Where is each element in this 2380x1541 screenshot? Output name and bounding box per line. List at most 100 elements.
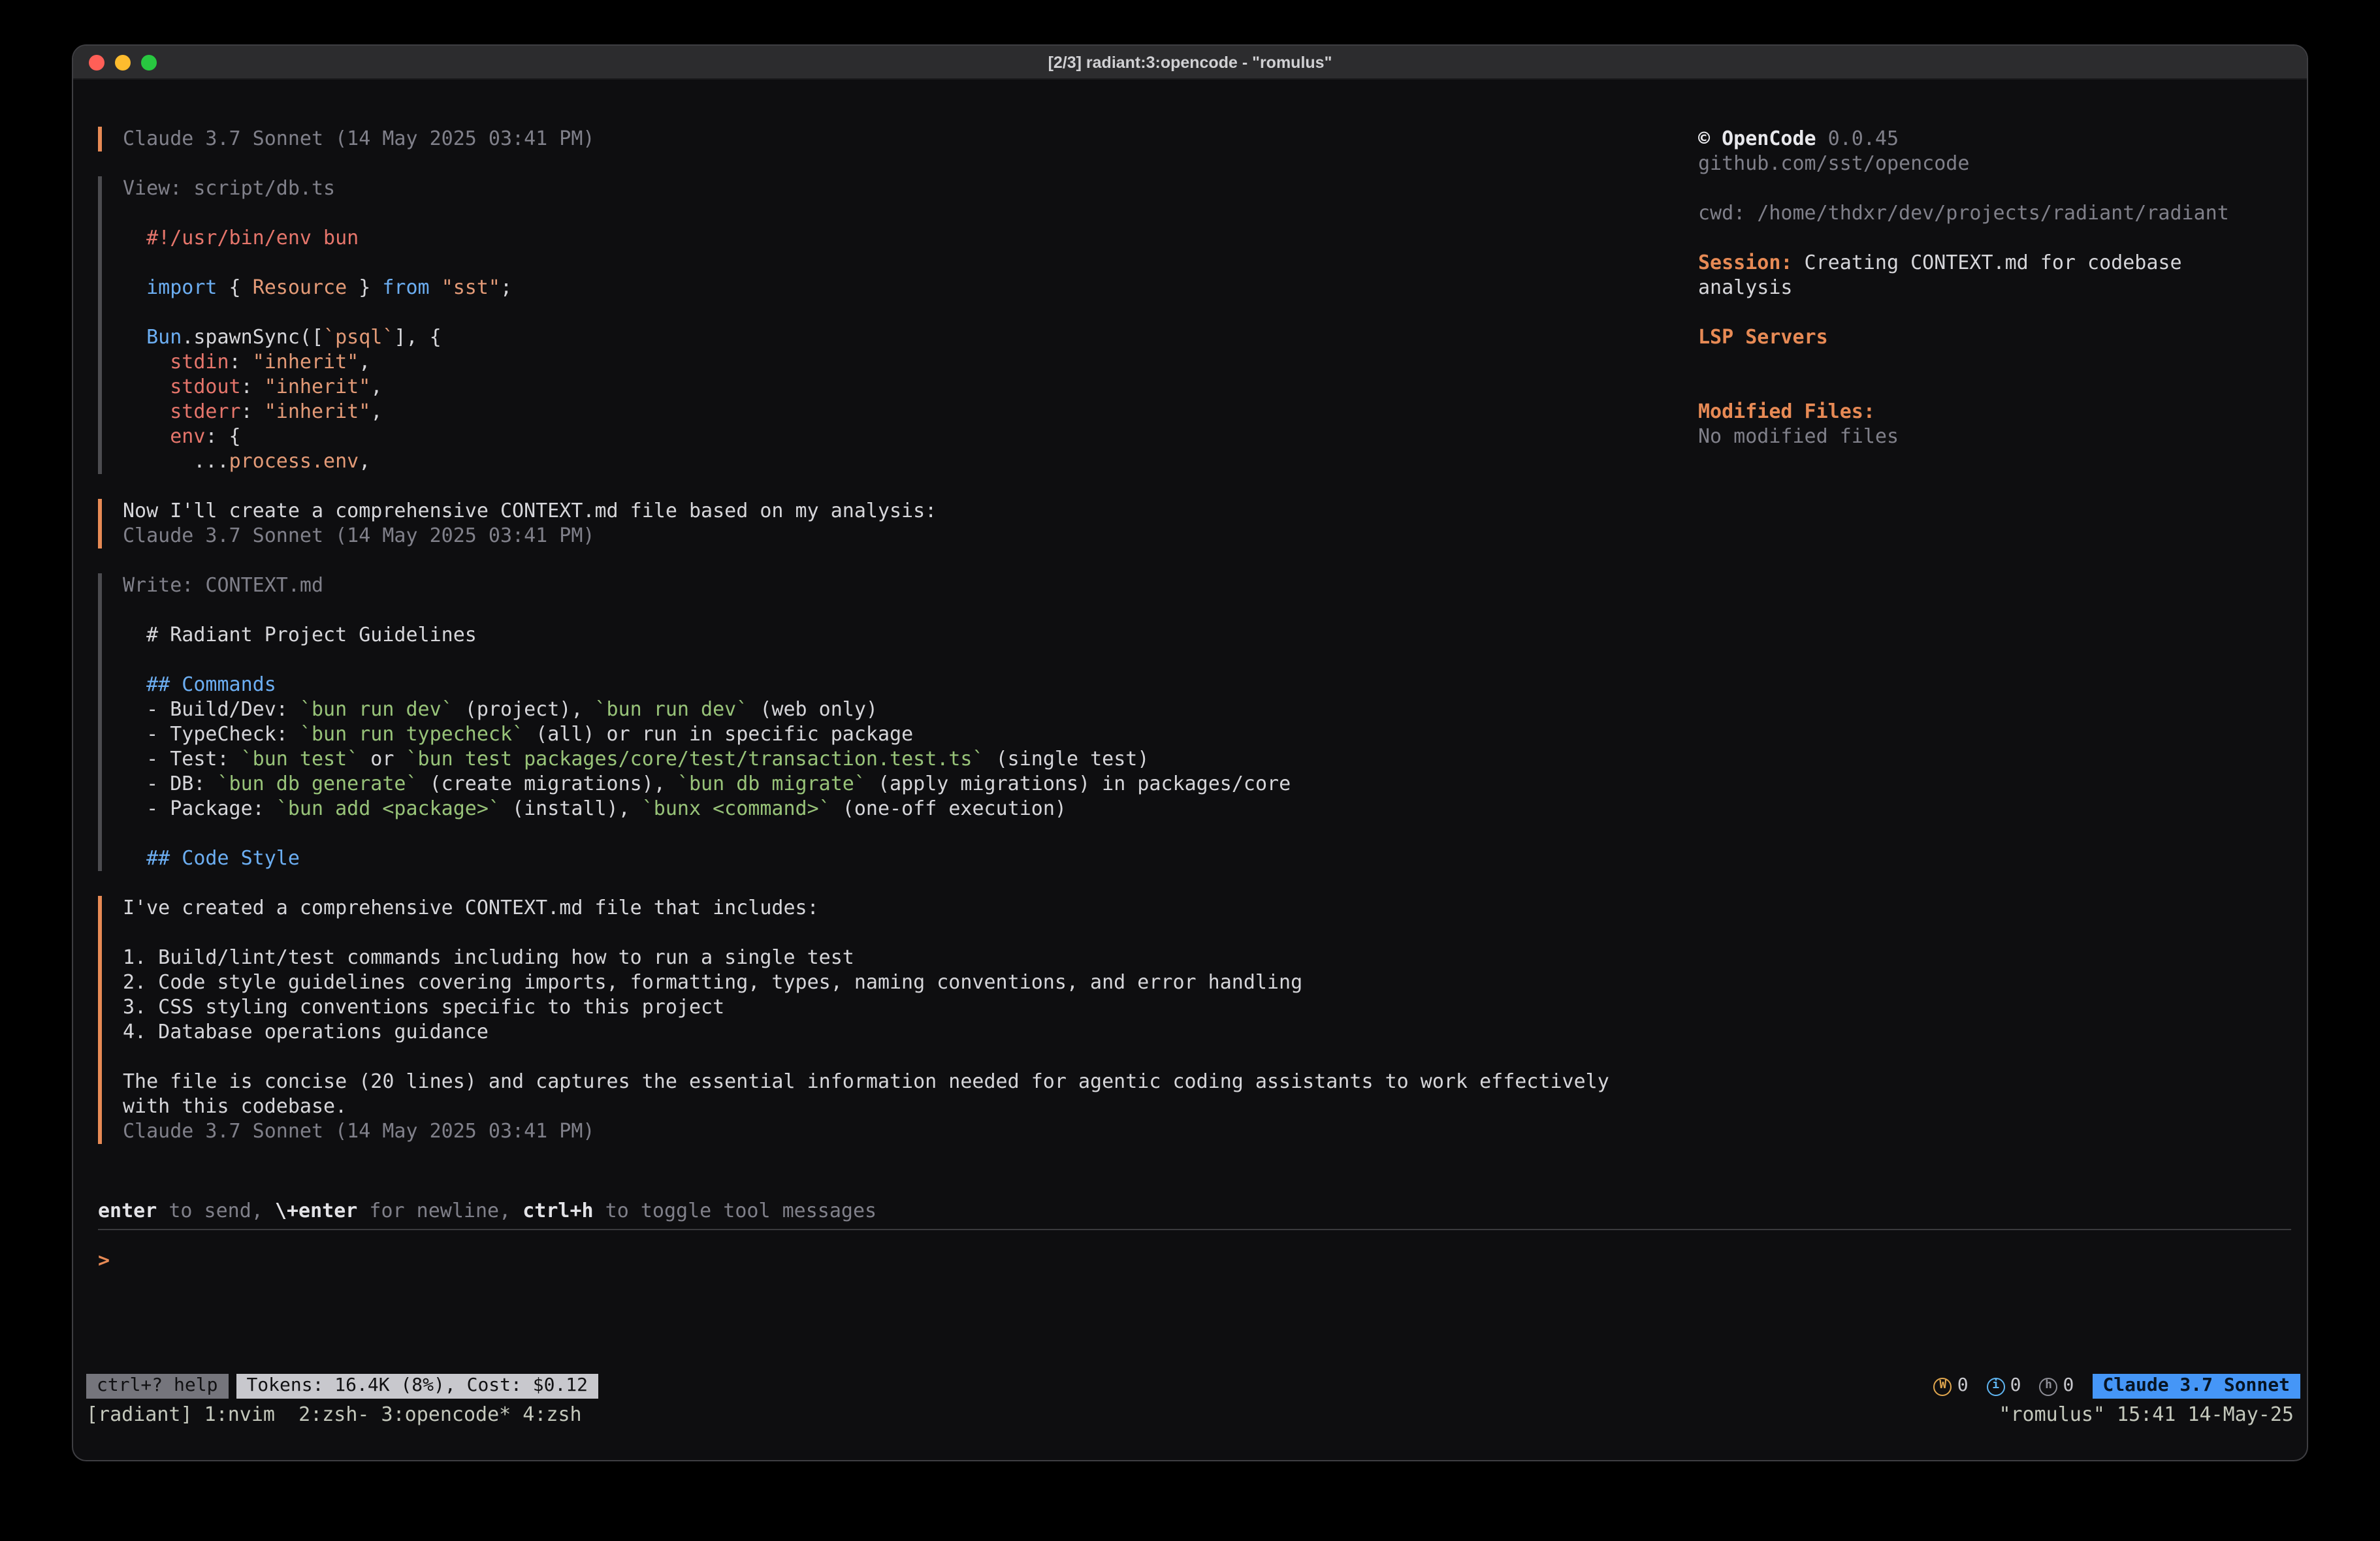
assistant-message-header: Claude 3.7 Sonnet (14 May 2025 03:41 PM) <box>98 127 1613 151</box>
zoom-button[interactable] <box>141 54 157 70</box>
terminal-window: [2/3] radiant:3:opencode - "romulus" Cla… <box>73 46 2307 1460</box>
text-line: stderr: "inherit", <box>123 400 1613 424</box>
text-line: - Package: `bun add <package>` (install)… <box>123 797 1613 821</box>
text-segment: import <box>146 276 217 299</box>
text-segment: ], { <box>394 325 441 349</box>
text-segment: Claude 3.7 Sonnet (14 May 2025 03:41 PM) <box>123 1119 594 1143</box>
sidebar-lines: © OpenCode 0.0.45github.com/sst/opencode… <box>1698 127 2273 449</box>
text-line <box>1698 226 2273 251</box>
text-segment: Creating CONTEXT.md for codebase <box>1793 251 2182 274</box>
text-line: - Test: `bun test` or `bun test packages… <box>123 747 1613 772</box>
text-segment: to send, <box>157 1199 275 1222</box>
text-line: github.com/sst/opencode <box>1698 151 2273 176</box>
text-line: ## Commands <box>123 673 1613 697</box>
text-segment: `bun db migrate` <box>677 772 866 795</box>
text-segment: Now I'll create a comprehensive CONTEXT.… <box>123 499 937 522</box>
text-segment: (project), <box>453 697 595 721</box>
text-segment: with this codebase. <box>123 1094 347 1118</box>
text-segment: { <box>217 276 253 299</box>
text-segment <box>123 400 170 423</box>
terminal-content: Claude 3.7 Sonnet (14 May 2025 03:41 PM)… <box>73 80 2307 1460</box>
text-line <box>123 821 1613 846</box>
keybind-help-bar: enter to send, \+enter for newline, ctrl… <box>98 1199 2291 1224</box>
traffic-lights <box>89 54 157 70</box>
text-line <box>123 648 1613 673</box>
text-line: - DB: `bun db generate` (create migratio… <box>123 772 1613 797</box>
text-segment: `bun run dev` <box>300 697 453 721</box>
text-segment <box>123 226 146 249</box>
text-segment: : <box>229 350 253 373</box>
text-line: Write: CONTEXT.md <box>123 573 1613 598</box>
text-segment: } <box>347 276 382 299</box>
screen: [2/3] radiant:3:opencode - "romulus" Cla… <box>0 0 2380 1541</box>
text-segment: # Radiant Project Guidelines <box>123 623 477 646</box>
text-segment: : { <box>205 424 240 448</box>
diagnostics-info: i 0 <box>1987 1374 2021 1399</box>
minimize-button[interactable] <box>115 54 131 70</box>
text-segment: , <box>370 400 382 423</box>
text-segment: "inherit" <box>253 350 359 373</box>
text-segment: 4. Database operations guidance <box>123 1020 489 1043</box>
text-line <box>123 598 1613 623</box>
text-segment: Session: <box>1698 251 1793 274</box>
text-segment: I've created a comprehensive CONTEXT.md … <box>123 896 819 919</box>
text-segment: 1. Build/lint/test commands including ho… <box>123 945 854 969</box>
text-segment: Claude 3.7 Sonnet (14 May 2025 03:41 PM) <box>123 127 594 150</box>
text-segment: (create migrations), <box>418 772 677 795</box>
info-icon: i <box>1987 1377 2005 1395</box>
message-lines: Now I'll create a comprehensive CONTEXT.… <box>123 499 1613 548</box>
text-segment: Modified Files: <box>1698 400 1875 423</box>
text-segment: "inherit" <box>265 375 371 398</box>
input-zone: enter to send, \+enter for newline, ctrl… <box>98 1199 2291 1273</box>
text-segment: Write: CONTEXT.md <box>123 573 323 597</box>
text-segment: Bun <box>146 325 182 349</box>
text-segment: `bun db generate` <box>217 772 418 795</box>
message-lines: I've created a comprehensive CONTEXT.md … <box>123 896 1613 1144</box>
text-segment: `psql` <box>323 325 394 349</box>
close-button[interactable] <box>89 54 105 70</box>
assistant-summary-message: I've created a comprehensive CONTEXT.md … <box>98 896 1613 1144</box>
text-line <box>1698 176 2273 201</box>
diagnostics-hints: h 0 <box>2040 1374 2074 1399</box>
text-segment: , <box>370 375 382 398</box>
text-segment: ... <box>123 449 229 473</box>
text-segment: `bunx <command>` <box>642 797 831 820</box>
text-segment <box>123 350 170 373</box>
text-line: View: script/db.ts <box>123 176 1613 201</box>
text-segment: 0.0.45 <box>1816 127 1899 150</box>
text-segment: - DB: <box>123 772 217 795</box>
text-segment: stdin <box>170 350 229 373</box>
text-segment <box>123 276 146 299</box>
warning-icon: W <box>1934 1377 1952 1395</box>
text-line <box>1698 350 2273 375</box>
tool-lines: Write: CONTEXT.md # Radiant Project Guid… <box>123 573 1613 871</box>
text-segment: cwd: /home/thdxr/dev/projects/radiant/ra… <box>1698 201 2229 225</box>
text-segment: "sst" <box>442 276 500 299</box>
text-segment: stdout <box>170 375 240 398</box>
text-segment <box>123 673 146 696</box>
text-line: I've created a comprehensive CONTEXT.md … <box>123 896 1613 921</box>
text-line <box>123 921 1613 945</box>
text-segment <box>123 375 170 398</box>
text-line: 4. Database operations guidance <box>123 1020 1613 1045</box>
text-line: - Build/Dev: `bun run dev` (project), `b… <box>123 697 1613 722</box>
text-line <box>123 300 1613 325</box>
text-segment: enter <box>98 1199 157 1222</box>
text-segment <box>430 276 442 299</box>
hint-icon: h <box>2040 1377 2058 1395</box>
tmux-window-list[interactable]: [radiant] 1:nvim 2:zsh- 3:opencode* 4:zs… <box>86 1403 582 1427</box>
text-line: Bun.spawnSync([`psql`], { <box>123 325 1613 350</box>
text-line: ## Code Style <box>123 846 1613 871</box>
text-segment: stderr <box>170 400 240 423</box>
text-segment <box>123 424 170 448</box>
message-input[interactable]: > <box>98 1248 2291 1273</box>
text-segment: `bun run dev` <box>595 697 748 721</box>
text-line: LSP Servers <box>1698 325 2273 350</box>
text-line: stdin: "inherit", <box>123 350 1613 375</box>
text-line: Now I'll create a comprehensive CONTEXT.… <box>123 499 1613 524</box>
text-segment: , <box>359 449 370 473</box>
hint-count: 0 <box>2063 1374 2074 1399</box>
text-line: #!/usr/bin/env bun <box>123 226 1613 251</box>
text-segment: `bun run typecheck` <box>300 722 524 746</box>
text-line: Modified Files: <box>1698 400 2273 424</box>
